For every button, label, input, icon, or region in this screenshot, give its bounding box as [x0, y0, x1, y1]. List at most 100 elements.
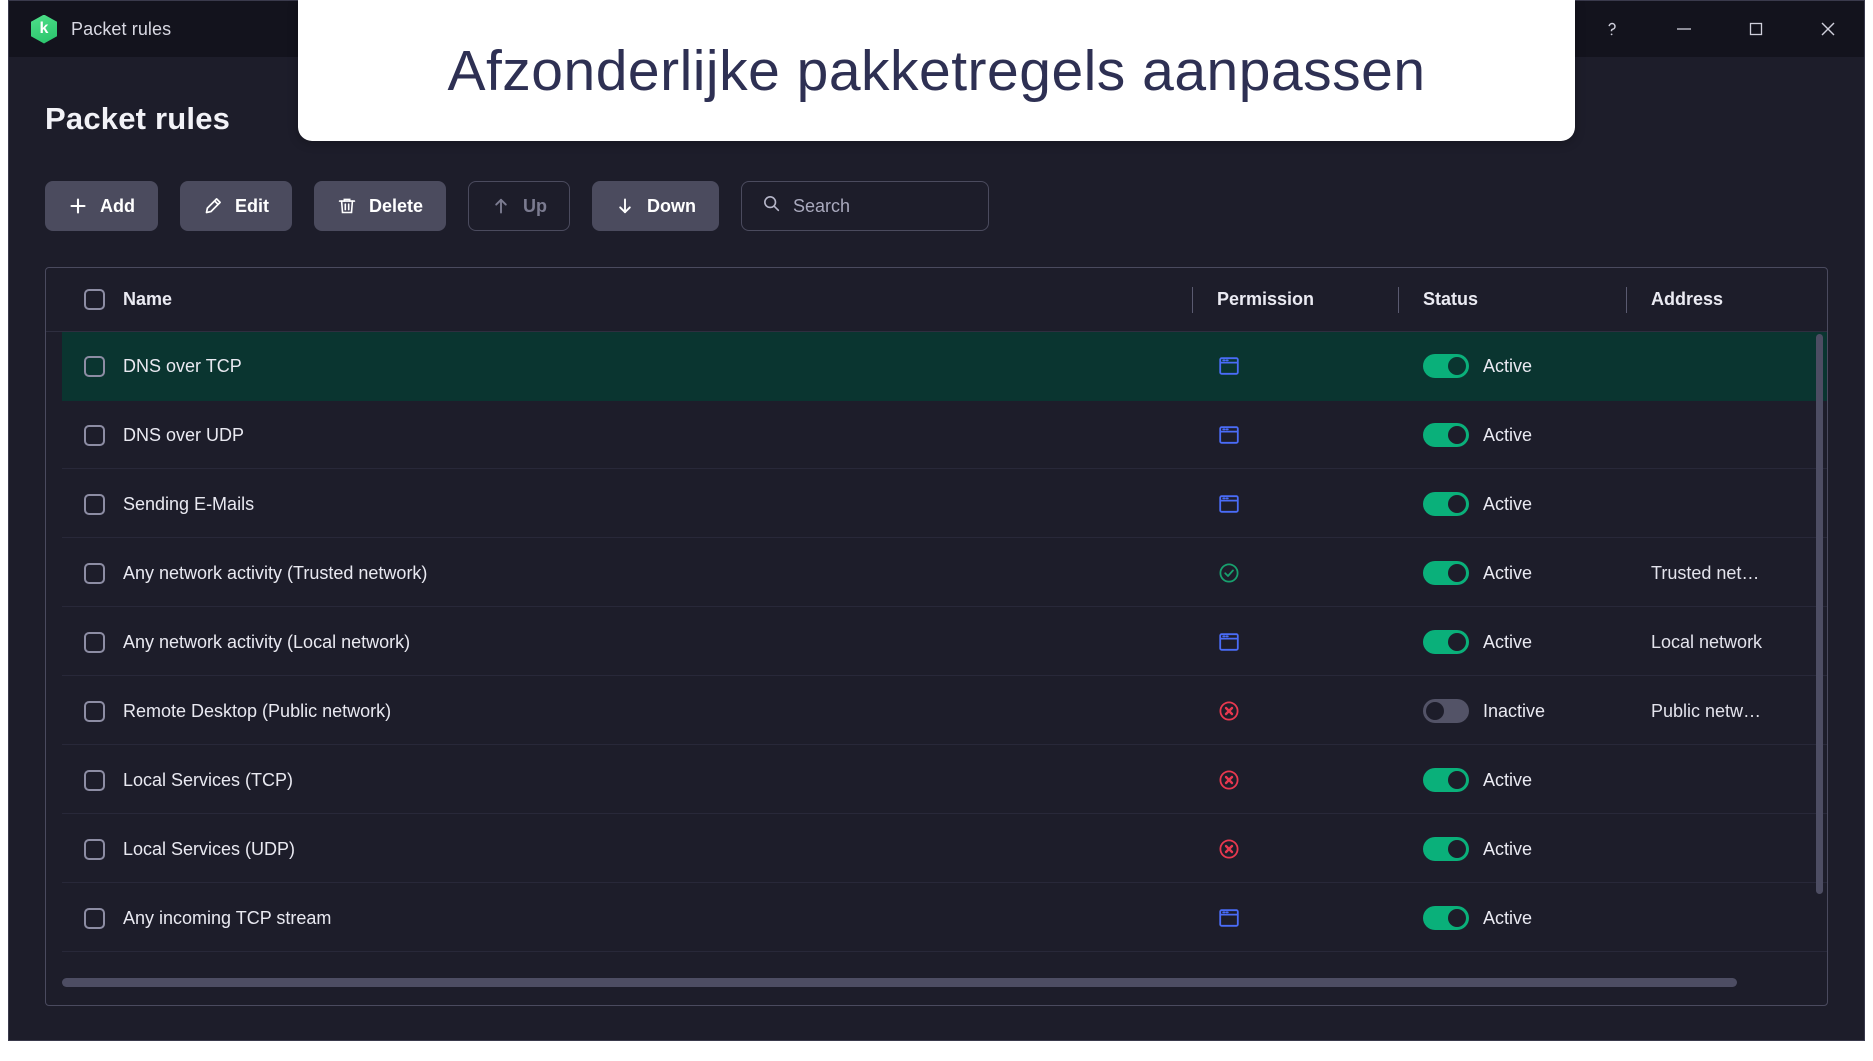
toggle-knob: [1426, 702, 1444, 720]
status-toggle[interactable]: [1423, 699, 1469, 723]
row-name-label: Any network activity (Local network): [123, 631, 411, 652]
status-wrap: Inactive: [1423, 699, 1545, 723]
help-button[interactable]: [1576, 1, 1648, 57]
column-header-status-label: Status: [1423, 289, 1479, 309]
table-row[interactable]: Any network activity (Trusted network) Ac…: [62, 539, 1827, 608]
horizontal-scrollbar[interactable]: [62, 978, 1807, 987]
table-row[interactable]: Local Services (UDP) Active: [62, 815, 1827, 884]
status-label: Active: [1483, 355, 1533, 376]
row-name-label: Remote Desktop (Public network): [123, 700, 392, 721]
window-controls: [1576, 1, 1864, 57]
overlay-callout-text: Afzonderlijke pakketregels aanpassen: [447, 38, 1426, 103]
plus-icon: [68, 196, 88, 216]
select-all-checkbox[interactable]: [84, 289, 105, 310]
status-label: Active: [1483, 493, 1533, 514]
horizontal-scrollbar-thumb[interactable]: [62, 978, 1738, 987]
logo-letter: k: [39, 20, 49, 37]
permission-ask-icon[interactable]: [1193, 906, 1399, 930]
move-down-button[interactable]: Down: [592, 181, 720, 231]
magnifier-icon: [762, 194, 781, 218]
row-checkbox[interactable]: [84, 907, 105, 929]
table-row[interactable]: Sending E-Mails Active: [62, 470, 1827, 539]
table-row[interactable]: Local Services (TCP) Active: [62, 746, 1827, 815]
status-toggle[interactable]: [1423, 837, 1469, 861]
row-status-cell: Active: [1399, 837, 1627, 861]
permission-ask-icon[interactable]: [1193, 354, 1399, 378]
pencil-icon: [203, 196, 223, 216]
toggle-knob: [1448, 357, 1466, 375]
delete-button[interactable]: Delete: [314, 181, 447, 231]
move-up-button[interactable]: Up: [468, 181, 571, 231]
row-name-cell: Any incoming TCP stream: [62, 907, 1193, 929]
maximize-button[interactable]: [1720, 1, 1792, 57]
application-window: k Packet rules Packet rules Add Edit Del…: [8, 0, 1865, 1041]
close-button[interactable]: [1792, 1, 1864, 57]
status-toggle[interactable]: [1423, 768, 1469, 792]
toggle-knob: [1448, 909, 1466, 927]
status-toggle[interactable]: [1423, 630, 1469, 654]
column-header-permission[interactable]: Permission: [1193, 268, 1399, 331]
row-checkbox[interactable]: [84, 838, 105, 860]
minimize-button[interactable]: [1648, 1, 1720, 57]
row-name-label: Sending E-Mails: [123, 493, 255, 514]
permission-block-icon[interactable]: [1193, 837, 1399, 861]
row-checkbox[interactable]: [84, 424, 105, 446]
move-down-button-label: Down: [647, 195, 697, 216]
row-name-cell: DNS over UDP: [62, 424, 1193, 446]
vertical-scrollbar[interactable]: [1816, 334, 1823, 894]
window-title: Packet rules: [71, 18, 172, 39]
column-header-address-label: Address: [1651, 289, 1724, 309]
move-up-button-label: Up: [523, 195, 548, 216]
status-toggle[interactable]: [1423, 423, 1469, 447]
table-row[interactable]: DNS over TCP Active: [62, 332, 1827, 401]
add-button-label: Add: [100, 195, 135, 216]
row-name-cell: DNS over TCP: [62, 355, 1193, 377]
column-header-permission-label: Permission: [1217, 289, 1315, 309]
packet-rules-table: Name Permission Status Address DNS over …: [45, 267, 1828, 1006]
row-name-label: Local Services (UDP): [123, 838, 296, 859]
trash-icon: [337, 196, 357, 216]
permission-block-icon[interactable]: [1193, 699, 1399, 723]
column-header-address[interactable]: Address: [1627, 268, 1827, 331]
row-checkbox[interactable]: [84, 493, 105, 515]
row-checkbox[interactable]: [84, 769, 105, 791]
row-status-cell: Active: [1399, 492, 1627, 516]
permission-ask-icon[interactable]: [1193, 423, 1399, 447]
permission-ask-icon[interactable]: [1193, 630, 1399, 654]
table-row[interactable]: Any incoming TCP stream Active: [62, 884, 1827, 953]
row-checkbox[interactable]: [84, 700, 105, 722]
row-name-label: Any incoming TCP stream: [123, 907, 332, 928]
kaspersky-hex-k-icon: k: [31, 14, 57, 44]
edit-button[interactable]: Edit: [180, 181, 292, 231]
add-button[interactable]: Add: [45, 181, 158, 231]
row-name-cell: Local Services (UDP): [62, 838, 1193, 860]
status-wrap: Active: [1423, 423, 1532, 447]
arrow-down-icon: [615, 196, 635, 216]
status-label: Inactive: [1483, 700, 1546, 721]
row-status-cell: Active: [1399, 423, 1627, 447]
table-row[interactable]: DNS over UDP Active: [62, 401, 1827, 470]
toggle-knob: [1448, 840, 1466, 858]
row-checkbox[interactable]: [84, 562, 105, 584]
status-label: Active: [1483, 424, 1533, 445]
row-checkbox[interactable]: [84, 631, 105, 653]
toggle-knob: [1448, 564, 1466, 582]
toggle-knob: [1448, 633, 1466, 651]
column-header-status[interactable]: Status: [1399, 268, 1627, 331]
table-row[interactable]: Remote Desktop (Public network) Inactive P…: [62, 677, 1827, 746]
permission-block-icon[interactable]: [1193, 768, 1399, 792]
permission-ask-icon[interactable]: [1193, 492, 1399, 516]
permission-allow-icon[interactable]: [1193, 561, 1399, 585]
status-toggle[interactable]: [1423, 906, 1469, 930]
table-row[interactable]: Any network activity (Local network) Acti…: [62, 608, 1827, 677]
status-toggle[interactable]: [1423, 354, 1469, 378]
status-toggle[interactable]: [1423, 561, 1469, 585]
row-address-label: Trusted net…: [1651, 562, 1760, 583]
row-name-label: Local Services (TCP): [123, 769, 294, 790]
search-input[interactable]: Search: [741, 181, 990, 231]
row-checkbox[interactable]: [84, 355, 105, 377]
column-header-name-label: Name: [123, 289, 173, 309]
column-header-name[interactable]: Name: [62, 268, 1193, 331]
status-wrap: Active: [1423, 492, 1532, 516]
status-toggle[interactable]: [1423, 492, 1469, 516]
